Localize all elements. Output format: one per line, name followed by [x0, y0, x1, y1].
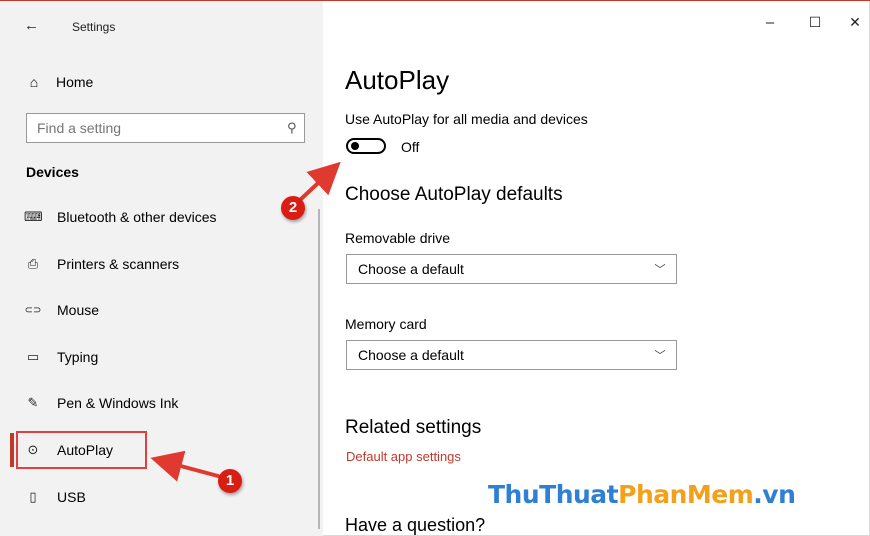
sidebar-scrollbar[interactable] — [318, 209, 320, 529]
sidebar-item-label: Mouse — [57, 302, 100, 318]
default-app-settings-link[interactable]: Default app settings — [346, 449, 461, 464]
search-icon[interactable]: ⚲ — [280, 120, 304, 136]
removable-drive-dropdown[interactable]: Choose a default ﹀ — [346, 254, 677, 284]
search-input[interactable] — [27, 120, 280, 136]
autoplay-toggle[interactable] — [346, 138, 386, 154]
removable-drive-label: Removable drive — [345, 230, 451, 246]
dropdown-value: Choose a default — [358, 261, 464, 277]
sidebar-item-usb[interactable]: ▯ USB — [0, 480, 300, 514]
sidebar-item-label: Bluetooth & other devices — [57, 209, 217, 225]
back-arrow-icon[interactable]: ← — [24, 17, 42, 35]
app-title: Settings — [72, 20, 116, 34]
chevron-down-icon: ﹀ — [654, 350, 666, 362]
related-settings-heading: Related settings — [345, 417, 482, 438]
bluetooth-devices-icon: ⌨ — [24, 209, 43, 224]
home-icon: ⌂ — [29, 74, 39, 90]
maximize-icon[interactable]: ☐ — [805, 14, 825, 31]
autoplay-toggle-label: Use AutoPlay for all media and devices — [345, 111, 588, 127]
page-title: AutoPlay — [345, 65, 450, 95]
sidebar-item-label: AutoPlay — [57, 442, 114, 458]
close-icon[interactable]: ✕ — [845, 14, 865, 31]
home-label: Home — [56, 74, 94, 90]
sidebar-item-label: Pen & Windows Ink — [57, 395, 179, 411]
watermark-part-3: .vn — [753, 480, 796, 509]
keyboard-icon: ▭ — [26, 349, 40, 364]
memory-card-dropdown[interactable]: Choose a default ﹀ — [346, 340, 677, 370]
defaults-heading: Choose AutoPlay defaults — [345, 184, 563, 205]
toggle-knob — [351, 142, 359, 150]
minimize-icon[interactable]: – — [760, 14, 780, 31]
chevron-down-icon: ﹀ — [654, 264, 666, 276]
step-badge-1: 1 — [218, 469, 242, 493]
dropdown-value: Choose a default — [358, 347, 464, 363]
sidebar-item-typing[interactable]: ▭ Typing — [0, 340, 300, 374]
have-a-question-heading: Have a question? — [345, 515, 486, 535]
search-box[interactable]: ⚲ — [26, 113, 305, 143]
watermark: ThuThuatPhanMem.vn — [488, 480, 796, 509]
memory-card-label: Memory card — [345, 316, 427, 332]
sidebar-item-label: Typing — [57, 349, 99, 365]
sidebar-item-label: USB — [57, 489, 86, 505]
toggle-state-text: Off — [401, 139, 420, 155]
usb-icon: ▯ — [29, 489, 37, 504]
sidebar-item-bluetooth[interactable]: ⌨ Bluetooth & other devices — [0, 200, 300, 234]
sidebar-item-pen[interactable]: ✎ Pen & Windows Ink — [0, 386, 300, 420]
watermark-part-1: ThuThuat — [488, 480, 619, 509]
printer-icon: ⎙ — [27, 256, 39, 271]
sidebar-item-mouse[interactable]: ⊂⊃ Mouse — [0, 293, 300, 327]
watermark-part-2: PhanMem — [618, 480, 754, 509]
step-badge-2: 2 — [281, 196, 305, 220]
sidebar-item-home[interactable]: ⌂ Home — [26, 71, 94, 93]
pen-icon: ✎ — [27, 395, 39, 410]
autoplay-icon: ⊙ — [27, 442, 39, 457]
sidebar-item-label: Printers & scanners — [57, 256, 180, 272]
mouse-icon: ⊂⊃ — [24, 304, 42, 316]
sidebar-item-autoplay[interactable]: ⊙ AutoPlay — [0, 433, 300, 467]
sidebar-item-printers[interactable]: ⎙ Printers & scanners — [0, 247, 300, 281]
section-title-devices: Devices — [26, 164, 79, 180]
